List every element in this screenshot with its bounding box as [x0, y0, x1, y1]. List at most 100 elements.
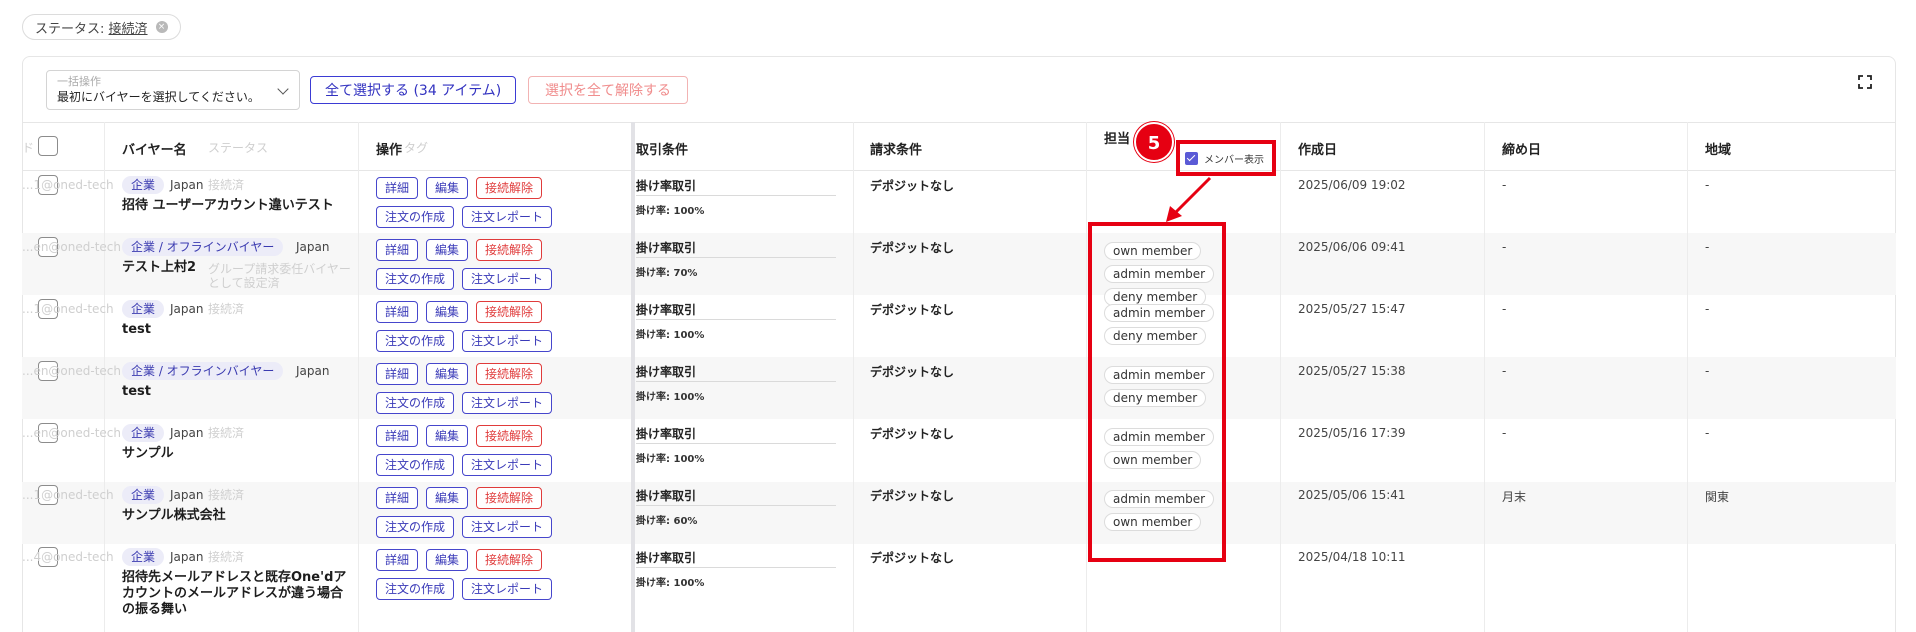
detail-button[interactable]: 詳細	[376, 177, 419, 199]
disconnect-button[interactable]: 接続解除	[476, 549, 543, 571]
close-icon[interactable]: ×	[155, 21, 168, 33]
buyer-country: Japan	[296, 364, 330, 378]
ghost-email: ...en@oned-tech	[22, 426, 121, 440]
status-filter-chip[interactable]: ステータス: 接続済 ×	[22, 14, 181, 40]
edit-button[interactable]: 編集	[426, 301, 469, 323]
buyer-name[interactable]: サンプル	[122, 446, 352, 462]
closing-day: -	[1502, 364, 1507, 378]
disconnect-button[interactable]: 接続解除	[476, 487, 543, 509]
create-order-button[interactable]: 注文の作成	[376, 206, 455, 228]
buyer-country: Japan	[170, 426, 204, 440]
disconnect-button[interactable]: 接続解除	[476, 363, 543, 385]
create-order-button[interactable]: 注文の作成	[376, 454, 455, 476]
order-report-button[interactable]: 注文レポート	[462, 454, 553, 476]
detail-button[interactable]: 詳細	[376, 549, 419, 571]
header-trade-terms[interactable]: 取引条件	[636, 139, 688, 158]
header-billing-terms[interactable]: 請求条件	[870, 139, 922, 158]
region: -	[1705, 178, 1710, 192]
region: -	[1705, 426, 1710, 440]
create-order-button[interactable]: 注文の作成	[376, 392, 455, 414]
billing-terms: デポジットなし	[870, 241, 955, 255]
trade-terms: 掛け率取引	[636, 551, 697, 565]
header-status-ghost: ステータス	[208, 141, 269, 155]
detail-button[interactable]: 詳細	[376, 487, 419, 509]
header-operation[interactable]: 操作	[376, 139, 402, 158]
edit-button[interactable]: 編集	[426, 549, 469, 571]
buyer-type-tag: 企業 / オフラインバイヤー	[122, 238, 284, 256]
column-resize-handle[interactable]	[631, 122, 635, 632]
edit-button[interactable]: 編集	[426, 177, 469, 199]
header-created[interactable]: 作成日	[1298, 139, 1337, 158]
disconnect-button[interactable]: 接続解除	[476, 425, 543, 447]
member-display-toggle[interactable]: メンバー表示	[1185, 151, 1264, 166]
deselect-all-button[interactable]: 選択を全て解除する	[528, 76, 688, 104]
buyer-type-tag: 企業	[122, 176, 165, 194]
divider	[636, 443, 836, 444]
step-badge: 5	[1134, 122, 1174, 162]
buyer-name[interactable]: 招待 ユーザーアカウント違いテスト	[122, 198, 352, 214]
detail-button[interactable]: 詳細	[376, 239, 419, 261]
bulk-action-placeholder: 最初にバイヤーを選択してください。	[57, 90, 260, 104]
buyer-name[interactable]: test	[122, 384, 352, 400]
order-report-button[interactable]: 注文レポート	[462, 392, 553, 414]
annotation-highlight-members	[1088, 222, 1226, 562]
billing-terms: デポジットなし	[870, 427, 955, 441]
create-order-button[interactable]: 注文の作成	[376, 268, 455, 290]
bulk-action-select[interactable]: 一括操作 最初にバイヤーを選択してください。	[46, 70, 300, 110]
order-report-button[interactable]: 注文レポート	[462, 516, 553, 538]
member-display-label: メンバー表示	[1204, 155, 1264, 166]
created-date: 2025/06/09 19:02	[1298, 178, 1406, 192]
edit-button[interactable]: 編集	[426, 239, 469, 261]
buyer-country: Japan	[170, 550, 204, 564]
buyer-name[interactable]: 招待先メールアドレスと既存One'dアカウントのメールアドレスが違う場合の振る舞…	[122, 570, 352, 618]
ghost-status: 接続済	[208, 426, 245, 440]
trade-rate: 掛け率: 70%	[636, 268, 698, 279]
checkbox-icon[interactable]	[1185, 152, 1198, 165]
create-order-button[interactable]: 注文の作成	[376, 578, 455, 600]
buyer-type-tag: 企業	[122, 300, 165, 318]
edit-button[interactable]: 編集	[426, 425, 469, 447]
region: -	[1705, 240, 1710, 254]
header-buyer-name[interactable]: バイヤー名	[122, 139, 187, 158]
header-closing[interactable]: 締め日	[1502, 139, 1541, 158]
buyer-country: Japan	[170, 488, 204, 502]
buyer-name[interactable]: テスト上村2	[122, 260, 352, 276]
header-assignee[interactable]: 担当	[1104, 128, 1130, 147]
disconnect-button[interactable]: 接続解除	[476, 301, 543, 323]
edit-button[interactable]: 編集	[426, 487, 469, 509]
buyer-country: Japan	[296, 240, 330, 254]
disconnect-button[interactable]: 接続解除	[476, 177, 543, 199]
divider	[22, 122, 1896, 123]
detail-button[interactable]: 詳細	[376, 363, 419, 385]
fullscreen-icon[interactable]	[1858, 75, 1872, 89]
order-report-button[interactable]: 注文レポート	[462, 330, 553, 352]
buyer-name[interactable]: サンプル株式会社	[122, 508, 352, 524]
order-report-button[interactable]: 注文レポート	[462, 578, 553, 600]
create-order-button[interactable]: 注文の作成	[376, 516, 455, 538]
divider	[636, 319, 836, 320]
divider	[358, 122, 359, 632]
header-region[interactable]: 地域	[1705, 139, 1731, 158]
create-order-button[interactable]: 注文の作成	[376, 330, 455, 352]
edit-button[interactable]: 編集	[426, 363, 469, 385]
buyer-type-tag: 企業	[122, 424, 165, 442]
divider	[636, 257, 836, 258]
divider	[1280, 122, 1281, 632]
billing-terms: デポジットなし	[870, 365, 955, 379]
order-report-button[interactable]: 注文レポート	[462, 268, 553, 290]
select-all-checkbox[interactable]	[38, 136, 58, 156]
buyer-name[interactable]: test	[122, 322, 352, 338]
ghost-email: ...en@oned-tech	[22, 364, 121, 378]
divider	[22, 170, 1896, 171]
buyer-type-tag: 企業	[122, 548, 165, 566]
divider	[1687, 122, 1688, 632]
closing-day: -	[1502, 302, 1507, 316]
detail-button[interactable]: 詳細	[376, 301, 419, 323]
created-date: 2025/04/18 10:11	[1298, 550, 1406, 564]
detail-button[interactable]: 詳細	[376, 425, 419, 447]
ghost-status: 接続済	[208, 302, 245, 316]
select-all-button[interactable]: 全て選択する (34 アイテム)	[310, 76, 517, 104]
order-report-button[interactable]: 注文レポート	[462, 206, 553, 228]
disconnect-button[interactable]: 接続解除	[476, 239, 543, 261]
ghost-email: ...en@oned-tech	[22, 240, 121, 254]
